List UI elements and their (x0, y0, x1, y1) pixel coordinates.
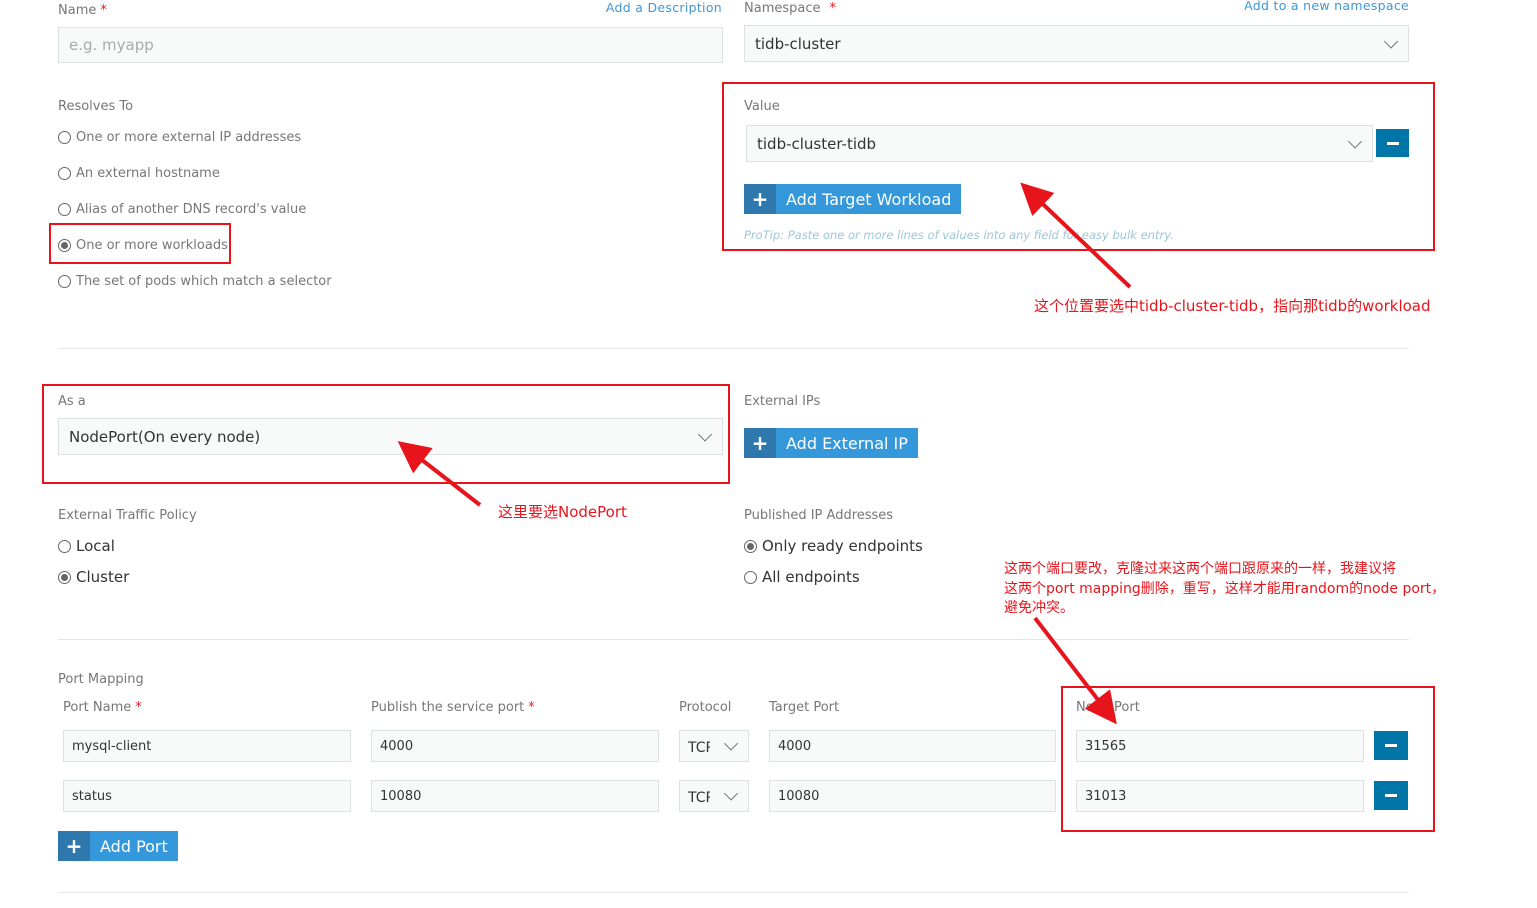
add-target-workload-button[interactable]: + Add Target Workload (744, 184, 962, 214)
remove-port-button[interactable] (1374, 781, 1408, 810)
divider (58, 348, 1409, 349)
remove-workload-button[interactable] (1376, 129, 1409, 157)
add-external-ip-button[interactable]: + Add External IP (744, 428, 918, 458)
target-port-header: Target Port (769, 700, 840, 715)
divider (58, 892, 1409, 893)
value-annotation: 这个位置要选中tidb-cluster-tidb，指向那tidb的workloa… (1034, 297, 1431, 315)
chevron-down-icon (723, 736, 739, 751)
plus-icon: + (58, 831, 90, 861)
value-label: Value (744, 99, 780, 114)
protocol-select[interactable]: TCP (679, 780, 749, 812)
chevron-down-icon (1347, 133, 1363, 149)
external-ips-label: External IPs (744, 394, 821, 409)
radio-dns-alias[interactable]: Alias of another DNS record's value (58, 202, 306, 217)
radio-cluster[interactable]: Cluster (58, 568, 129, 586)
add-new-namespace-link[interactable]: Add to a new namespace (1244, 0, 1409, 13)
node-port-input[interactable]: 31013 (1076, 780, 1364, 812)
traffic-policy-label: External Traffic Policy (58, 508, 197, 523)
plus-icon: + (744, 184, 776, 214)
radio-external-ip[interactable]: One or more external IP addresses (58, 130, 301, 145)
radio-only-ready[interactable]: Only ready endpoints (744, 537, 923, 555)
name-input[interactable]: e.g. myapp (58, 27, 723, 63)
protocol-select[interactable]: TCP (679, 730, 749, 762)
add-port-button[interactable]: + Add Port (58, 831, 178, 861)
radio-pod-selector[interactable]: The set of pods which match a selector (58, 274, 332, 289)
port-mapping-label: Port Mapping (58, 672, 144, 687)
chevron-down-icon (1383, 33, 1399, 49)
chevron-down-icon (723, 786, 739, 801)
protocol-header: Protocol (679, 700, 732, 715)
plus-icon: + (744, 428, 776, 458)
publish-port-input[interactable]: 4000 (371, 730, 659, 762)
workload-select[interactable]: tidb-cluster-tidb (746, 125, 1373, 162)
radio-all-endpoints[interactable]: All endpoints (744, 568, 860, 586)
publish-port-header: Publish the service port * (371, 700, 535, 715)
target-port-input[interactable]: 4000 (769, 730, 1056, 762)
namespace-label: Namespace * (744, 1, 836, 16)
publish-port-input[interactable]: 10080 (371, 780, 659, 812)
remove-port-button[interactable] (1374, 731, 1408, 760)
radio-external-hostname[interactable]: An external hostname (58, 166, 220, 181)
resolves-to-label: Resolves To (58, 99, 134, 114)
node-port-input[interactable]: 31565 (1076, 730, 1364, 762)
service-type-select[interactable]: NodePort(On every node) (58, 418, 723, 455)
port-name-input[interactable]: status (63, 780, 351, 812)
port-name-input[interactable]: mysql-client (63, 730, 351, 762)
nodeport-annotation: 这里要选NodePort (498, 503, 627, 521)
published-ips-label: Published IP Addresses (744, 508, 894, 523)
highlight-box (722, 82, 1435, 251)
port-name-header: Port Name * (63, 700, 142, 715)
name-label: Name * (58, 3, 107, 18)
target-port-input[interactable]: 10080 (769, 780, 1056, 812)
divider (58, 639, 1409, 640)
radio-local[interactable]: Local (58, 537, 115, 555)
port-annotation: 这两个端口要改，克隆过来这两个端口跟原来的一样，我建议将 这两个port map… (1004, 561, 1446, 616)
protip-text: ProTip: Paste one or more lines of value… (744, 228, 1174, 242)
namespace-select[interactable]: tidb-cluster (744, 25, 1409, 62)
as-a-label: As a (58, 394, 86, 409)
chevron-down-icon (697, 426, 713, 442)
add-description-link[interactable]: Add a Description (606, 0, 722, 15)
highlight-box (49, 223, 231, 264)
